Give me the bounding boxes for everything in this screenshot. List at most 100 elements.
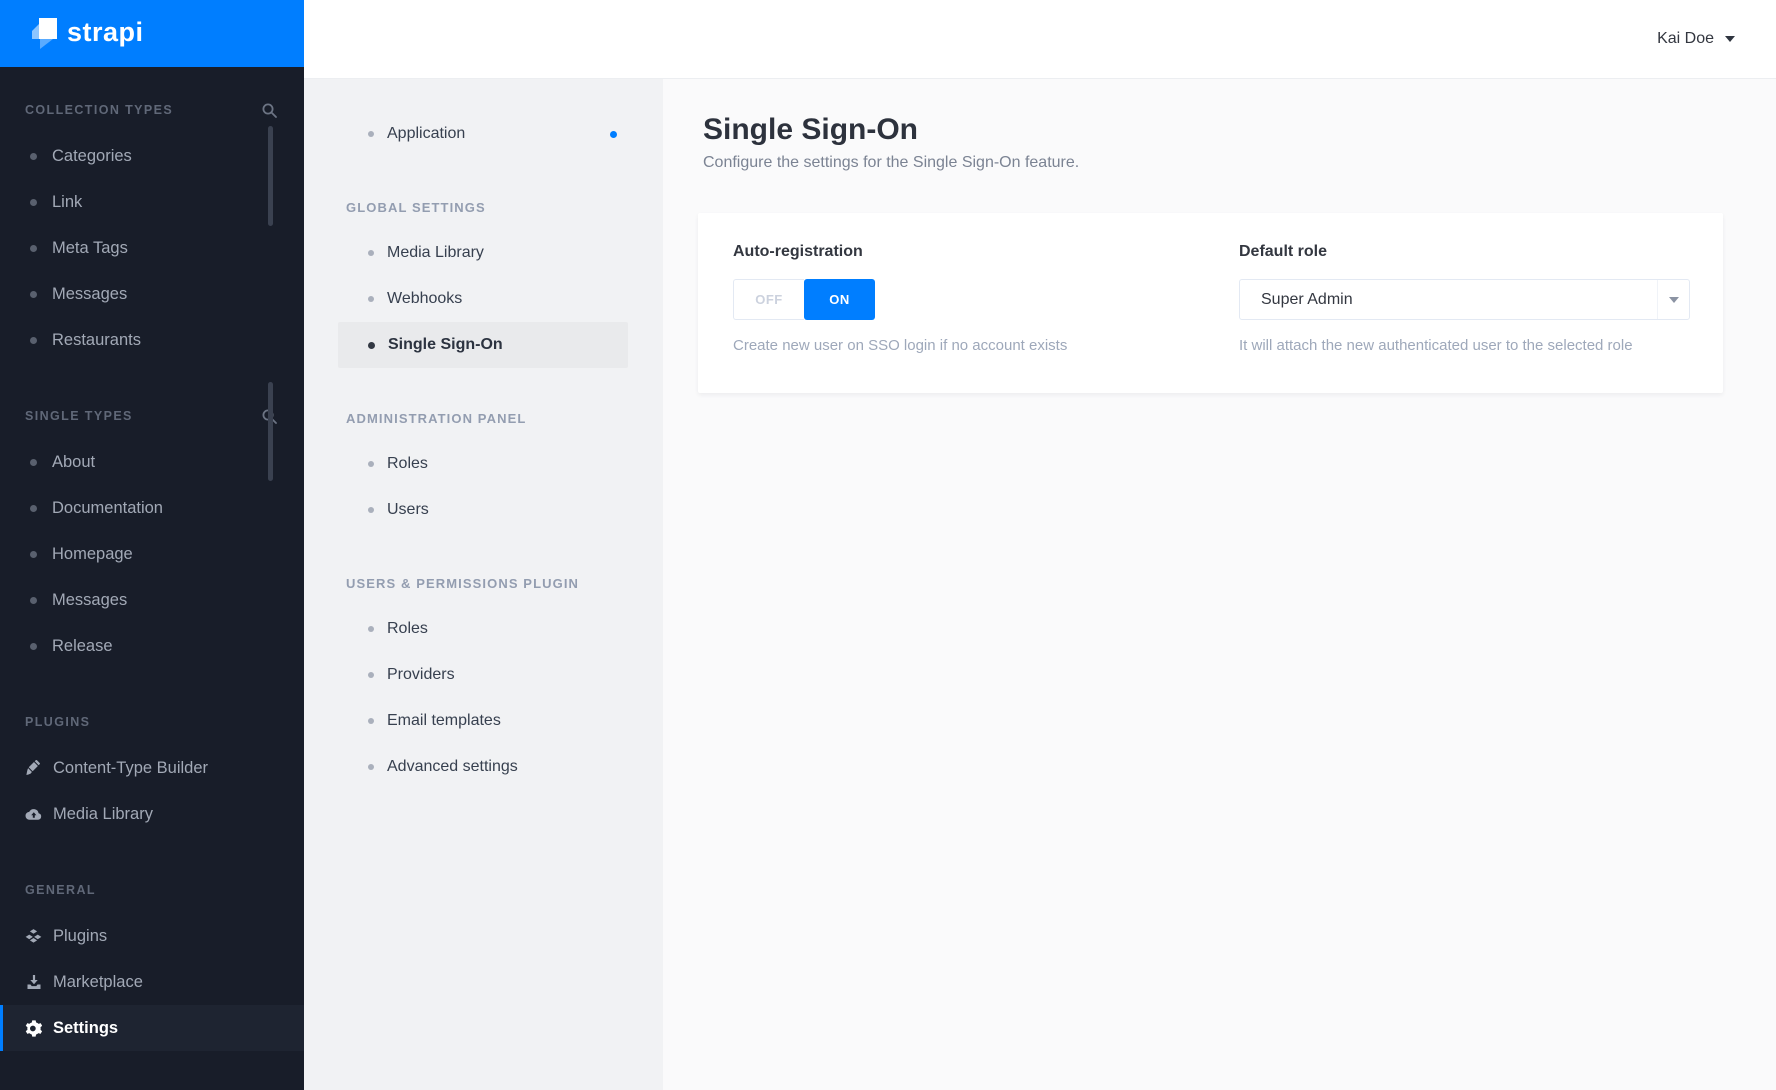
section-heading: GLOBAL SETTINGS [346,199,486,215]
subnav-item-label: Advanced settings [387,758,518,775]
subnav-item-roles-admin[interactable]: Roles [338,441,628,487]
sidebar-item-categories[interactable]: Categories [0,133,304,179]
sidebar-item-release[interactable]: Release [0,623,304,669]
bullet-icon [30,244,37,252]
subnav-item-media-library[interactable]: Media Library [338,230,628,276]
sidebar-item-messages-single[interactable]: Messages [0,577,304,623]
default-role-label: Default role [1239,243,1328,260]
toggle-on-button[interactable]: ON [804,279,875,320]
sidebar-item-label: Settings [53,1018,119,1037]
chevron-down-icon [1725,36,1735,42]
right-column: Kai Doe Application GLOBAL SETTINGS Medi… [304,0,1776,1090]
subnav-item-label: Email templates [387,712,501,729]
sidebar-item-documentation[interactable]: Documentation [0,485,304,531]
sidebar-item-link[interactable]: Link [0,179,304,225]
bullet-icon [30,642,37,650]
subnav-item-label: Media Library [387,244,484,261]
auto-registration-help: Create new user on SSO login if no accou… [733,337,1068,354]
subnav-item-label: Single Sign-On [388,336,503,353]
top-bar: Kai Doe [304,0,1776,79]
section-heading: ADMINISTRATION PANEL [346,410,527,426]
page-subtitle: Configure the settings for the Single Si… [703,154,1080,171]
sidebar-item-label: Link [52,192,83,211]
download-icon [25,974,42,991]
subnav-item-label: Roles [387,620,428,637]
bullet-icon [368,131,374,137]
sidebar-item-messages[interactable]: Messages [0,271,304,317]
subnav-item-label: Webhooks [387,290,463,307]
subnav-item-advanced-settings[interactable]: Advanced settings [338,744,628,790]
bullet-icon [368,718,374,724]
sidebar-item-label: About [52,452,96,471]
subnav-item-label: Roles [387,455,428,472]
section-heading: GENERAL [25,883,96,897]
sidebar-item-label: Messages [52,284,128,303]
search-icon[interactable] [262,103,277,118]
sidebar-item-plugins[interactable]: Plugins [0,913,304,959]
bullet-icon [368,507,374,513]
sidebar-scrollbar[interactable] [268,382,273,481]
bullet-icon [30,152,37,160]
sidebar-item-label: Content-Type Builder [53,758,209,777]
sidebar-section-collection-types: COLLECTION TYPES Categories Link Meta Ta… [0,87,304,363]
subnav-item-roles-up[interactable]: Roles [338,606,628,652]
bullet-icon [368,461,374,467]
subnav-item-email-templates[interactable]: Email templates [338,698,628,744]
sidebar-item-label: Meta Tags [52,238,128,257]
default-role-help: It will attach the new authenticated use… [1239,337,1633,354]
bullet-icon [368,672,374,678]
sidebar-item-media-library[interactable]: Media Library [0,791,304,837]
chevron-down-icon [1668,296,1679,303]
main-sidebar: strapi COLLECTION TYPES Categories Link … [0,0,304,1090]
sidebar-section-general: GENERAL Plugins Marketplace Settings [0,867,304,1051]
section-heading: USERS & PERMISSIONS PLUGIN [346,575,580,591]
section-heading: SINGLE TYPES [25,409,133,423]
sidebar-item-restaurants[interactable]: Restaurants [0,317,304,363]
bullet-icon [30,458,37,466]
sidebar-item-marketplace[interactable]: Marketplace [0,959,304,1005]
bullet-icon [30,290,37,298]
sidebar-item-label: Messages [52,590,128,609]
sidebar-item-homepage[interactable]: Homepage [0,531,304,577]
sidebar-item-label: Restaurants [52,330,141,349]
toggle-off-button[interactable]: OFF [733,279,804,320]
sidebar-item-content-type-builder[interactable]: Content-Type Builder [0,745,304,791]
cubes-icon [25,928,42,945]
cloud-upload-icon [25,806,42,823]
sidebar-scrollbar[interactable] [268,126,273,226]
bullet-icon [368,250,374,256]
subnav-item-users[interactable]: Users [338,487,628,533]
sidebar-section-single-types: SINGLE TYPES About Documentation Homepag… [0,393,304,669]
subnav-item-label: Users [387,501,429,518]
sso-settings-card: Auto-registration OFF ON Create new user… [698,213,1723,393]
auto-registration-toggle[interactable]: OFF ON [733,279,875,320]
strapi-logo[interactable]: strapi [0,0,304,67]
sidebar-item-meta-tags[interactable]: Meta Tags [0,225,304,271]
bullet-icon [30,596,37,604]
default-role-select[interactable]: Super Admin [1239,279,1690,320]
subnav-section-users-permissions: USERS & PERMISSIONS PLUGIN Roles Provide… [304,560,663,790]
subnav-section-administration-panel: ADMINISTRATION PANEL Roles Users [304,395,663,533]
bullet-icon [30,504,37,512]
sidebar-item-about[interactable]: About [0,439,304,485]
main-content: Single Sign-On Configure the settings fo… [663,79,1776,1090]
bullet-icon [368,764,374,770]
subnav-item-application[interactable]: Application [338,111,628,157]
sidebar-item-label: Plugins [53,926,108,945]
user-menu[interactable]: Kai Doe [1657,30,1735,48]
subnav-item-label: Providers [387,666,455,683]
bullet-icon [368,341,375,349]
select-caret-zone[interactable] [1657,280,1689,319]
sidebar-item-label: Media Library [53,804,153,823]
subnav-item-providers[interactable]: Providers [338,652,628,698]
section-heading: COLLECTION TYPES [25,103,174,117]
settings-subnav: Application GLOBAL SETTINGS Media Librar… [304,79,663,1090]
subnav-item-webhooks[interactable]: Webhooks [338,276,628,322]
sidebar-item-label: Marketplace [53,972,143,991]
gear-icon [25,1019,42,1037]
bullet-icon [30,550,37,558]
section-heading: PLUGINS [25,715,91,729]
subnav-item-single-sign-on[interactable]: Single Sign-On [338,322,628,368]
sidebar-item-label: Categories [52,146,132,165]
sidebar-item-settings[interactable]: Settings [0,1005,304,1051]
